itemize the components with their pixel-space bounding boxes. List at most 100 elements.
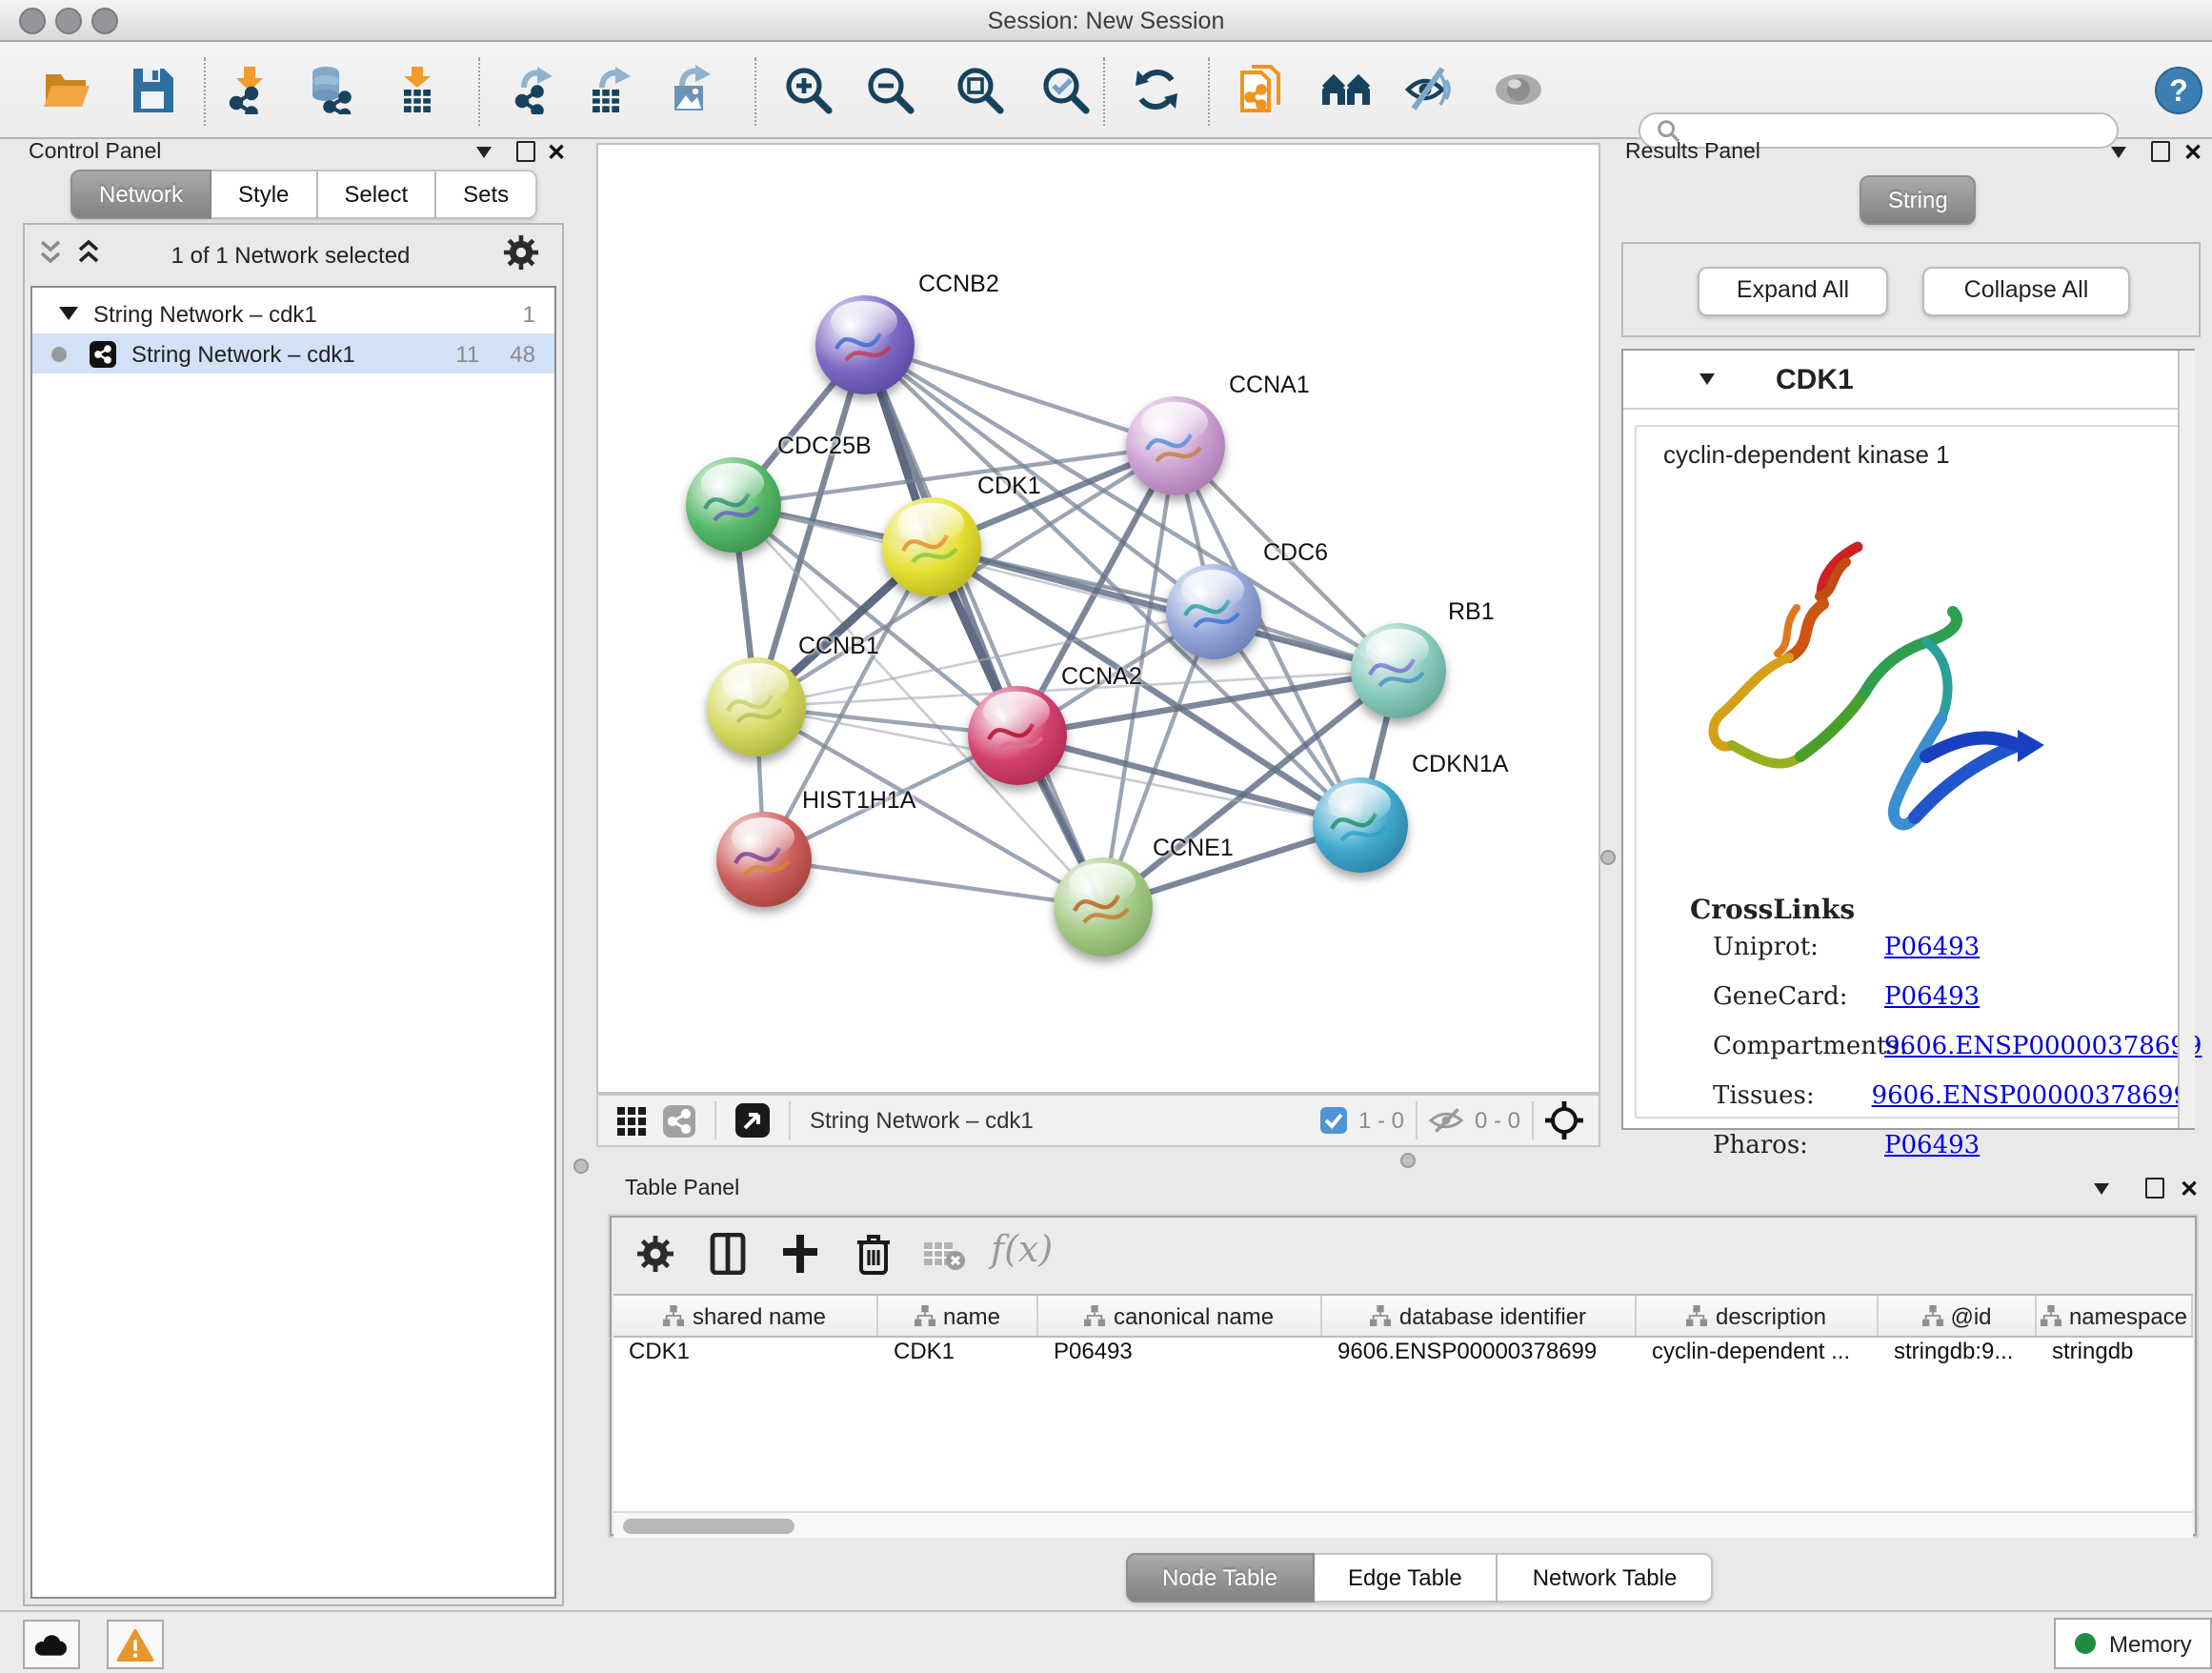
memory-label: Memory — [2109, 1630, 2192, 1657]
crosslink-row: Tissues: 9606.ENSP00000378699 — [1713, 1082, 2189, 1111]
column-header-canonical-name[interactable]: canonical name — [1038, 1296, 1322, 1336]
fit-content-icon[interactable] — [953, 63, 1006, 116]
tab-sets[interactable]: Sets — [436, 170, 537, 219]
crosslink-value-link[interactable]: 9606.ENSP00000378699 — [1884, 1033, 2202, 1061]
cytoscape-window: Session: New Session — [0, 0, 2212, 1671]
import-network-from-file-icon[interactable] — [223, 63, 276, 116]
crosslink-value-link[interactable]: P06493 — [1884, 1132, 1980, 1160]
table-panel-float-icon[interactable] — [2145, 1178, 2164, 1199]
graphics-details-icon[interactable] — [1492, 63, 1545, 116]
control-panel-float-icon[interactable] — [516, 141, 535, 162]
network-options-gear-icon[interactable] — [503, 234, 539, 271]
column-header-namespace[interactable]: namespace — [2037, 1296, 2193, 1336]
results-scrollbar[interactable] — [2178, 351, 2195, 1128]
crosslink-value-link[interactable]: 9606.ENSP00000378699 — [1872, 1082, 2189, 1111]
crosslink-value-link[interactable]: P06493 — [1884, 934, 1980, 962]
node-CCNB1[interactable] — [707, 657, 806, 756]
show-columns-icon[interactable] — [709, 1233, 747, 1275]
node-CDC6[interactable] — [1166, 564, 1261, 659]
import-table-from-file-icon[interactable] — [391, 63, 444, 116]
node-CDC25B[interactable] — [686, 457, 781, 553]
apply-preferred-layout-icon[interactable] — [1130, 63, 1183, 116]
help-icon[interactable]: ? — [2151, 63, 2204, 116]
node-CCNA2[interactable] — [968, 686, 1067, 785]
expand-all-button[interactable]: Expand All — [1698, 267, 1888, 316]
expand-all-icon[interactable] — [76, 238, 101, 267]
table-row[interactable]: CDK1CDK1P064939606.ENSP00000378699cyclin… — [613, 1338, 2193, 1370]
node-CDKN1A[interactable] — [1313, 777, 1408, 873]
export-table-icon[interactable] — [583, 63, 636, 116]
network-canvas[interactable]: CCNB2 CCNA1 CDC25B CDK1 CDC6 RB1 CCNB1 C… — [596, 143, 1600, 1094]
collapse-all-button[interactable]: Collapse All — [1922, 267, 2130, 316]
column-header--id[interactable]: @id — [1879, 1296, 2037, 1336]
results-panel-close-icon[interactable]: ✕ — [2183, 143, 2202, 162]
search-input[interactable] — [1680, 117, 2069, 144]
cloud-button[interactable] — [23, 1620, 80, 1669]
memory-button[interactable]: Memory — [2054, 1618, 2212, 1669]
hide-selected-icon[interactable] — [1402, 63, 1456, 116]
export-network-icon[interactable] — [507, 63, 560, 116]
control-panel-menu-icon[interactable] — [476, 147, 492, 158]
crosslink-row: Compartments: 9606.ENSP00000378699 — [1713, 1033, 2189, 1061]
table-h-scrollbar-thumb[interactable] — [623, 1518, 794, 1533]
table-panel-menu-icon[interactable] — [2094, 1183, 2109, 1195]
tab-select[interactable]: Select — [317, 170, 436, 219]
delete-column-trash-icon[interactable] — [855, 1233, 892, 1275]
column-header-description[interactable]: description — [1637, 1296, 1879, 1336]
save-session-icon[interactable] — [126, 63, 179, 116]
tree-expander-icon[interactable] — [59, 307, 78, 320]
warning-button[interactable] — [107, 1620, 164, 1669]
first-neighbors-icon[interactable] — [1320, 63, 1374, 116]
fit-selected-crosshair-icon[interactable] — [1545, 1101, 1583, 1139]
node-CCNE1[interactable] — [1054, 857, 1153, 957]
edge-HIST1H1A-CCNE1[interactable] — [764, 859, 1103, 907]
crosslink-value-link[interactable]: P06493 — [1884, 983, 1980, 1012]
tab-network-table[interactable]: Network Table — [1498, 1553, 1714, 1602]
node-CCNA1[interactable] — [1126, 396, 1225, 495]
zoom-selected-icon[interactable] — [1038, 63, 1092, 116]
node-gloss — [1142, 401, 1208, 443]
birdseye-view-icon[interactable] — [735, 1103, 770, 1138]
import-network-from-database-icon[interactable] — [305, 63, 358, 116]
zoom-out-icon[interactable] — [863, 63, 916, 116]
table-settings-gear-icon[interactable] — [636, 1235, 674, 1273]
results-panel-menu-icon[interactable] — [2111, 147, 2126, 158]
gene-expander-icon[interactable] — [1699, 373, 1715, 385]
table-panel-close-icon[interactable]: ✕ — [2180, 1179, 2199, 1199]
network-collection-row[interactable]: String Network – cdk1 1 — [32, 288, 554, 333]
node-HIST1H1A[interactable] — [716, 812, 812, 907]
selected-checkbox-icon[interactable] — [1320, 1107, 1347, 1134]
open-session-icon[interactable] — [40, 63, 93, 116]
export-image-icon[interactable] — [663, 63, 716, 116]
column-header-name[interactable]: name — [878, 1296, 1038, 1336]
column-header-database-identifier[interactable]: database identifier — [1322, 1296, 1637, 1336]
node-CCNB2[interactable] — [815, 295, 915, 394]
vertical-splitter-grip[interactable] — [573, 1159, 589, 1174]
collapse-all-icon[interactable] — [38, 238, 63, 267]
tab-string[interactable]: String — [1860, 175, 1977, 225]
edge-CDK1-RB1[interactable] — [932, 547, 1398, 671]
column-header-shared-name[interactable]: shared name — [613, 1296, 878, 1336]
control-panel-close-icon[interactable]: ✕ — [547, 143, 566, 162]
network-view-icon[interactable] — [663, 1104, 695, 1137]
tab-style[interactable]: Style — [211, 170, 317, 219]
edge-CCNB2-CCNE1[interactable] — [865, 345, 1103, 907]
results-splitter-grip[interactable] — [1600, 850, 1616, 865]
node-CDK1[interactable] — [882, 497, 981, 596]
delete-table-icon-disabled — [924, 1240, 966, 1271]
node-RB1[interactable] — [1351, 623, 1446, 718]
network-icon — [90, 340, 116, 367]
zoom-in-icon[interactable] — [781, 63, 835, 116]
tab-edge-table[interactable]: Edge Table — [1314, 1553, 1498, 1602]
horizontal-splitter-grip[interactable] — [1400, 1153, 1416, 1168]
table-cell: P06493 — [1038, 1338, 1322, 1370]
tab-node-table[interactable]: Node Table — [1126, 1553, 1314, 1602]
tab-network[interactable]: Network — [70, 170, 211, 219]
grid-view-icon[interactable] — [617, 1106, 646, 1135]
network-row-selected[interactable]: String Network – cdk1 11 48 — [32, 333, 554, 373]
results-panel-float-icon[interactable] — [2151, 141, 2170, 162]
table-h-scrollbar[interactable] — [613, 1511, 2193, 1538]
add-column-icon[interactable] — [781, 1233, 819, 1275]
new-network-from-selection-icon[interactable] — [1235, 63, 1288, 116]
gene-header-row[interactable]: CDK1 — [1623, 351, 2193, 410]
